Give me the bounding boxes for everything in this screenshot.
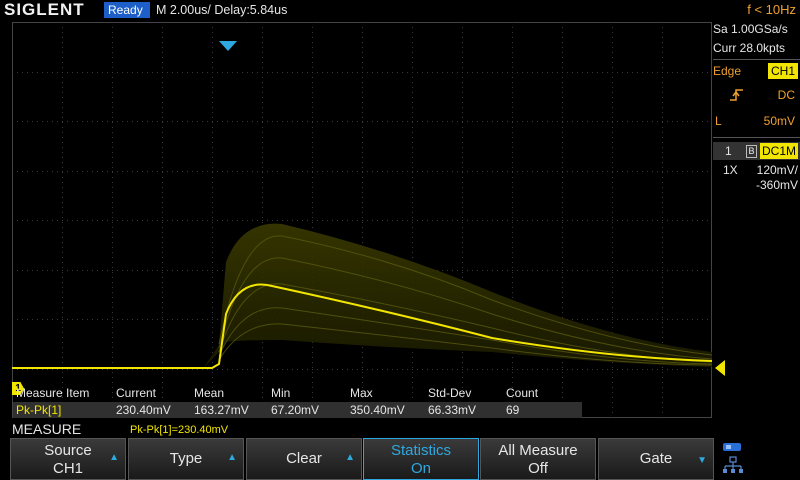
cell-count: 69 — [506, 403, 520, 417]
header-std-dev: Std-Dev — [428, 386, 472, 400]
status-bar: SIGLENT Ready M 2.00us/ Delay:5.84us f <… — [0, 0, 800, 20]
right-info-panel: Sa 1.00GSa/s Curr 28.0kpts Edge CH1 DC L… — [713, 20, 800, 440]
softkey-label: Source — [44, 442, 92, 459]
memory-depth: Curr 28.0kpts — [713, 41, 786, 55]
acquisition-status-badge: Ready — [104, 2, 150, 18]
rising-edge-icon — [730, 89, 743, 101]
measure-message: Pk-Pk[1]=230.40mV — [130, 424, 229, 436]
up-arrow-icon: ▲ — [345, 452, 355, 463]
trigger-coupling-row[interactable]: DC — [713, 86, 800, 104]
up-arrow-icon: ▲ — [227, 452, 237, 463]
softkey-label: Gate — [639, 450, 673, 467]
header-count: Count — [506, 386, 539, 400]
header-mean: Mean — [194, 386, 225, 400]
trigger-level-label: L — [715, 114, 722, 128]
channel-number: 1 — [725, 144, 732, 158]
trigger-position-icon — [219, 41, 237, 51]
header-min: Min — [271, 386, 291, 400]
network-icon — [723, 443, 743, 473]
source-softkey[interactable]: Source CH1 ▲ — [10, 438, 126, 480]
waveform-display[interactable]: 1 — [12, 22, 725, 418]
header-measure-item: Measure Item — [16, 386, 90, 400]
table-row[interactable]: Pk-Pk[1] 230.40mV 163.27mV 67.20mV 350.4… — [13, 402, 582, 418]
softkey-value: CH1 — [52, 460, 83, 477]
softkey-label: Statistics — [390, 442, 451, 459]
softkey-value: Off — [528, 460, 548, 477]
channel-offset: -360mV — [755, 178, 798, 192]
ch1-settings-header[interactable]: 1 B DC1M — [713, 142, 800, 160]
header-current: Current — [116, 386, 157, 400]
trigger-level-value: 50mV — [763, 114, 795, 128]
menu-title: MEASURE — [12, 421, 82, 437]
usb-icon — [723, 443, 741, 451]
statistics-softkey[interactable]: Statistics On — [363, 438, 479, 480]
all-measure-softkey[interactable]: All Measure Off — [480, 438, 596, 480]
trigger-level-row[interactable]: L 50mV — [713, 112, 800, 130]
header-max: Max — [350, 386, 373, 400]
trigger-coupling: DC — [777, 88, 795, 102]
cell-max: 350.40mV — [350, 403, 405, 417]
trigger-type: Edge — [713, 64, 742, 78]
divider — [713, 137, 800, 138]
bandwidth-limit-flag: B — [746, 145, 757, 158]
gate-softkey[interactable]: Gate ▼ — [598, 438, 714, 480]
trigger-source-badge: CH1 — [767, 63, 798, 79]
softkey-value: On — [410, 460, 431, 477]
timebase-readout[interactable]: M 2.00us/ Delay:5.84us — [156, 0, 287, 20]
trigger-type-row[interactable]: Edge CH1 — [713, 62, 800, 80]
table-header-row: Measure Item Current Mean Min Max Std-De… — [13, 385, 582, 401]
softkey-bar: Source CH1 ▲ Type ▲ Clear ▲ Statistics O… — [10, 438, 715, 480]
persistence-envelope — [202, 223, 712, 370]
cell-mean: 163.27mV — [194, 403, 249, 417]
type-softkey[interactable]: Type ▲ — [128, 438, 244, 480]
cell-measure-item: Pk-Pk[1] — [16, 403, 62, 417]
down-arrow-icon: ▼ — [697, 455, 707, 466]
divider — [713, 59, 800, 60]
frequency-counter: f < 10Hz — [747, 2, 796, 17]
offset-row: -360mV — [713, 176, 800, 194]
cell-min: 67.20mV — [271, 403, 320, 417]
waveform-canvas — [12, 22, 712, 418]
softkey-label: Type — [169, 450, 203, 467]
siglent-logo: SIGLENT — [4, 0, 85, 19]
channel-coupling-badge: DC1M — [759, 143, 798, 159]
measurement-statistics-table: Measure Item Current Mean Min Max Std-De… — [13, 385, 582, 418]
softkey-label: Clear — [286, 450, 322, 467]
sample-rate: Sa 1.00GSa/s — [713, 22, 788, 36]
clear-softkey[interactable]: Clear ▲ — [246, 438, 362, 480]
cell-std-dev: 66.33mV — [428, 403, 477, 417]
cell-current: 230.40mV — [116, 403, 171, 417]
softkey-label: All Measure — [498, 442, 578, 459]
up-arrow-icon: ▲ — [109, 452, 119, 463]
